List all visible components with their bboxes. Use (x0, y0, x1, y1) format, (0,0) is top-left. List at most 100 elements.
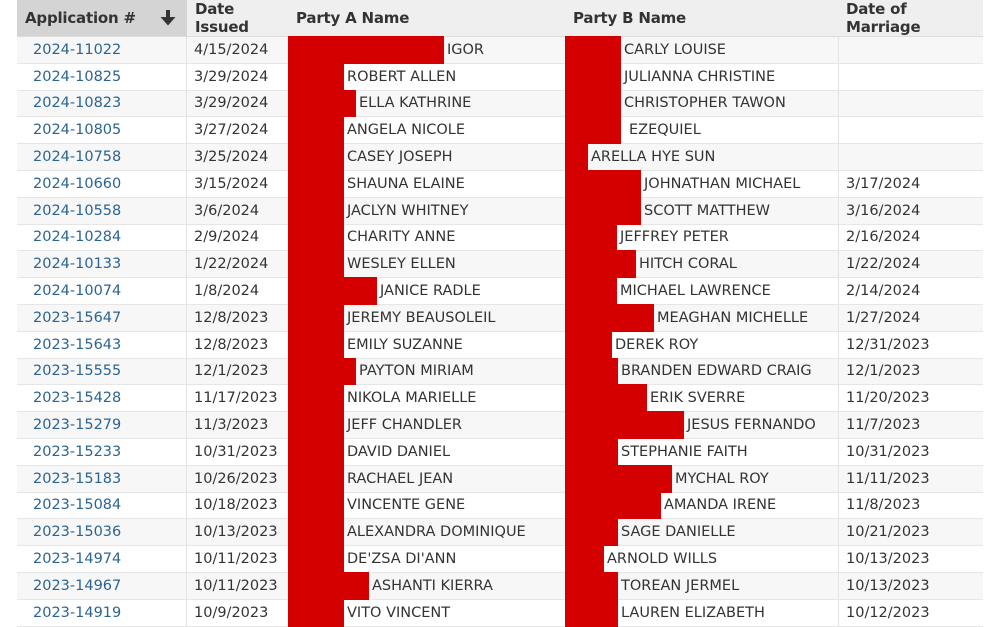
party-b-cell: LAUREN ELIZABETH (565, 598, 838, 627)
date-issued: 3/15/2024 (194, 175, 269, 192)
redaction-block (565, 196, 641, 225)
party-b-name-box: JOHNATHAN MICHAEL (641, 170, 801, 197)
date-of-marriage: 10/13/2023 (846, 577, 930, 594)
redaction-block (565, 357, 618, 386)
date-of-marriage: 11/8/2023 (846, 497, 921, 514)
redaction-block (288, 411, 344, 439)
party-b-name: MEAGHAN MICHELLE (657, 309, 809, 326)
party-b-name-box: EZEQUIEL (626, 117, 701, 144)
application-number-link[interactable]: 2024-10074 (33, 283, 121, 299)
date-of-marriage: 11/7/2023 (846, 417, 921, 434)
application-number-link[interactable]: 2023-14967 (33, 578, 121, 594)
party-a-name-box: EMILY SUZANNE (344, 331, 463, 358)
party-a-cell: ANGELA NICOLE (288, 116, 565, 145)
column-header-date-of-marriage[interactable]: Date of Marriage (838, 0, 983, 36)
redaction-block (288, 36, 444, 64)
party-b-name: MICHAEL LAWRENCE (620, 283, 771, 300)
application-number-link[interactable]: 2023-14919 (33, 605, 121, 621)
application-number-link[interactable]: 2024-10284 (33, 229, 121, 245)
sort-descending-arrow-icon[interactable] (159, 9, 177, 27)
date-issued-cell: 3/6/2024 (187, 198, 288, 224)
date-issued-cell: 3/29/2024 (187, 91, 288, 117)
party-b-name-box: ARELLA HYE SUN (588, 144, 716, 170)
application-number-link[interactable]: 2023-14974 (33, 551, 121, 567)
application-number-link[interactable]: 2023-15647 (33, 310, 121, 326)
party-b-name-box: LAUREN ELIZABETH (618, 599, 765, 626)
application-number-link[interactable]: 2023-15233 (33, 444, 121, 460)
application-number-link[interactable]: 2024-10805 (33, 122, 121, 138)
table-body: 2024-11022 4/15/2024 IGOR CARLY LOUISE 2… (17, 36, 983, 627)
date-of-marriage-cell: 10/12/2023 (838, 599, 983, 626)
application-number-cell: 2023-15643 (17, 331, 187, 358)
table-row: 2024-10284 2/9/2024 CHARITY ANNE JEFFREY… (17, 223, 983, 252)
party-b-cell: ARNOLD WILLS (565, 545, 838, 573)
party-b-name: JEFFREY PETER (620, 229, 729, 246)
party-b-name-box: DEREK ROY (612, 331, 699, 358)
application-number-link[interactable]: 2024-10758 (33, 149, 121, 165)
date-of-marriage: 11/11/2023 (846, 470, 930, 487)
date-issued-cell: 12/8/2023 (187, 305, 288, 331)
party-b-cell: MEAGHAN MICHELLE (565, 303, 838, 332)
column-header-party-b[interactable]: Party B Name (565, 0, 838, 36)
application-number-link[interactable]: 2023-15084 (33, 497, 121, 513)
party-a-name: JANICE RADLE (380, 283, 481, 300)
date-of-marriage-cell: 3/17/2024 (838, 170, 983, 197)
date-of-marriage-cell: 11/20/2023 (838, 385, 983, 412)
party-a-cell: RACHAEL JEAN (288, 464, 565, 493)
party-b-name: BRANDEN EDWARD CRAIG (621, 363, 812, 380)
date-of-marriage-cell: 10/13/2023 (838, 572, 983, 599)
party-b-cell: ERIK SVERRE (565, 384, 838, 413)
party-a-name-box: NIKOLA MARIELLE (344, 385, 477, 412)
application-number-link[interactable]: 2023-15279 (33, 417, 121, 433)
party-a-name: JEFF CHANDLER (347, 417, 463, 434)
party-b-cell: STEPHANIE FAITH (565, 437, 838, 466)
party-a-name: IGOR (447, 41, 485, 58)
date-of-marriage-cell: 12/31/2023 (838, 331, 983, 358)
party-b-name: TOREAN JERMEL (621, 577, 740, 594)
party-a-name: JEREMY BEAUSOLEIL (347, 309, 496, 326)
date-issued: 11/17/2023 (194, 390, 278, 407)
party-b-name: CARLY LOUISE (624, 41, 726, 58)
application-number-link[interactable]: 2024-10133 (33, 256, 121, 272)
party-b-name-box: CARLY LOUISE (621, 37, 726, 63)
application-number-link[interactable]: 2024-11022 (33, 42, 121, 58)
table-row: 2023-15279 11/3/2023 JEFF CHANDLER JESUS… (17, 411, 983, 439)
application-number-link[interactable]: 2024-10558 (33, 203, 121, 219)
party-a-name-box: ANGELA NICOLE (344, 117, 466, 144)
date-of-marriage: 2/14/2024 (846, 283, 921, 300)
date-of-marriage-cell (838, 63, 983, 90)
application-number-link[interactable]: 2024-10660 (33, 176, 121, 192)
application-number-link[interactable]: 2023-15643 (33, 337, 121, 353)
application-number-link[interactable]: 2023-15036 (33, 524, 121, 540)
party-b-name: JULIANNA CHRISTINE (624, 68, 776, 85)
redaction-block (288, 62, 344, 91)
application-number-link[interactable]: 2024-10823 (33, 95, 121, 111)
party-a-name-box: JEREMY BEAUSOLEIL (344, 304, 496, 331)
party-b-cell: AMANDA IRENE (565, 491, 838, 520)
redaction-block (288, 598, 344, 627)
party-a-name: RACHAEL JEAN (347, 470, 454, 487)
table-row: 2023-14919 10/9/2023 VITO VINCENT LAUREN… (17, 598, 983, 627)
redaction-block (288, 196, 344, 225)
date-issued-cell: 3/27/2024 (187, 117, 288, 143)
party-a-name: ANGELA NICOLE (347, 122, 466, 139)
redaction-block (288, 277, 377, 305)
application-number-link[interactable]: 2024-10825 (33, 69, 121, 85)
application-number-link[interactable]: 2023-15555 (33, 363, 121, 379)
date-issued-cell: 11/17/2023 (187, 385, 288, 411)
column-header-party-a[interactable]: Party A Name (288, 0, 565, 36)
party-a-cell: ASHANTI KIERRA (288, 571, 565, 600)
party-b-name: MYCHAL ROY (675, 470, 769, 487)
column-header-application[interactable]: Application # (17, 0, 187, 36)
redaction-block (565, 89, 621, 118)
party-a-name-box: WESLEY ELLEN (344, 251, 456, 278)
application-number-link[interactable]: 2023-15428 (33, 390, 121, 406)
redaction-block (565, 303, 654, 332)
party-b-name: ARELLA HYE SUN (591, 149, 716, 166)
date-issued: 10/9/2023 (194, 604, 269, 621)
application-number-cell: 2024-10133 (17, 251, 187, 278)
party-a-name: DAVID DANIEL (347, 443, 451, 460)
application-number-link[interactable]: 2023-15183 (33, 471, 121, 487)
column-header-date-issued[interactable]: Date Issued (187, 0, 288, 36)
party-b-name-box: SCOTT MATTHEW (641, 197, 770, 224)
